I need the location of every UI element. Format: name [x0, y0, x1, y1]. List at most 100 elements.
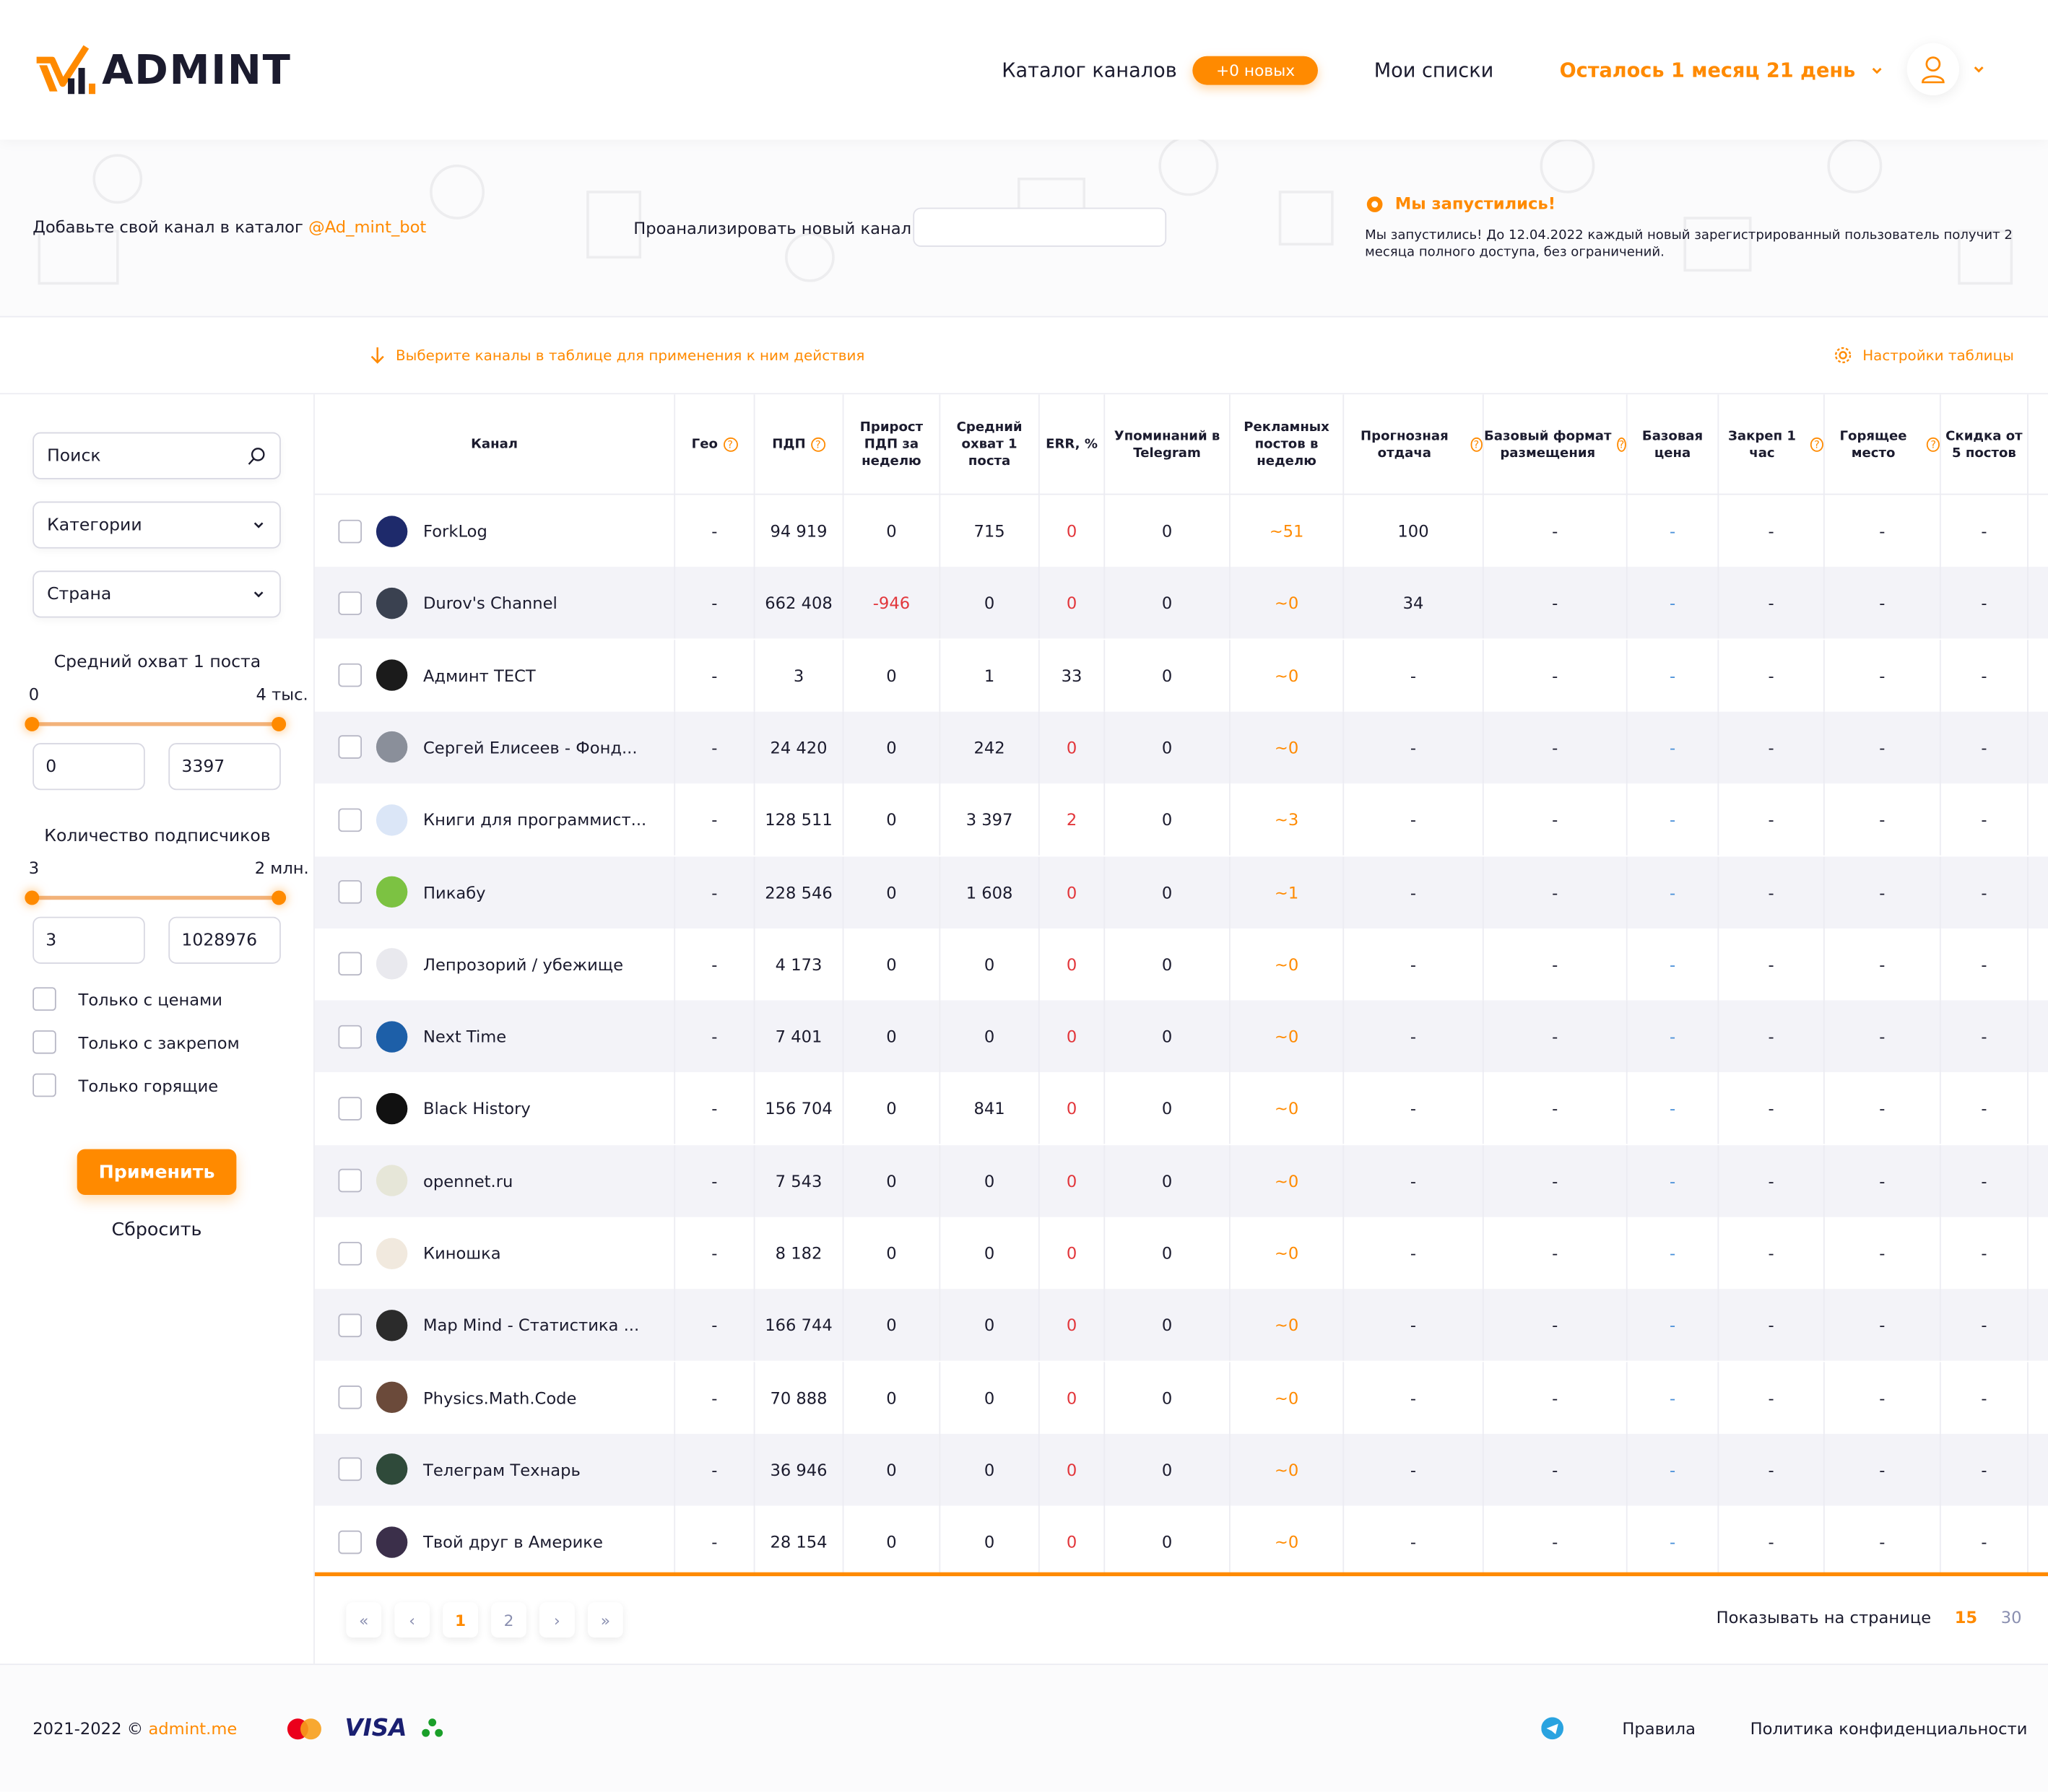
table-settings-button[interactable]: Настройки таблицы [1834, 346, 2014, 364]
row-select-checkbox[interactable] [338, 1025, 363, 1048]
only-pinned-filter[interactable]: Только с закрепом [32, 1030, 240, 1054]
channel-name[interactable]: Твой друг в Америке [423, 1532, 603, 1552]
channel-name[interactable]: Durov's Channel [423, 593, 557, 613]
country-select[interactable]: Страна [32, 570, 281, 618]
row-select-checkbox[interactable] [338, 1169, 363, 1193]
user-menu-chevron-icon[interactable] [1971, 61, 1987, 77]
table-row[interactable]: Next Time -7 401 0 0 0 0 ~0- - - - - - [314, 1000, 2048, 1073]
row-select-checkbox[interactable] [338, 1530, 363, 1554]
row-select-checkbox[interactable] [338, 1458, 363, 1482]
column-header-format[interactable]: Базовый формат размещения? [1484, 394, 1628, 495]
channel-name[interactable]: Black History [423, 1099, 531, 1118]
column-header-reach[interactable]: Средний охват 1 поста [940, 394, 1040, 495]
row-select-checkbox[interactable] [338, 518, 363, 543]
subs-slider-max-handle[interactable] [272, 890, 287, 905]
channel-name[interactable]: Лепрозорий / убежище [423, 954, 623, 974]
column-header-mentions[interactable]: Упоминаний в Telegram [1105, 394, 1231, 495]
column-header-name[interactable]: Канал [315, 394, 676, 495]
subscription-remaining[interactable]: Осталось 1 месяц 21 день [1560, 0, 1885, 140]
column-header-err[interactable]: ERR, % [1040, 394, 1106, 495]
reach-slider-max-handle[interactable] [272, 716, 287, 731]
column-header-ads[interactable]: Рекламных постов в неделю [1231, 394, 1345, 495]
nav-my-lists[interactable]: Мои списки [1374, 0, 1493, 140]
site-link[interactable]: admint.me [148, 1718, 237, 1738]
column-header-pdp[interactable]: ПДП? [755, 394, 844, 495]
privacy-link[interactable]: Политика конфиденциальности [1750, 1718, 2028, 1738]
table-row[interactable]: Киношка -8 182 0 0 0 0 ~0- - - - - - [315, 1217, 2048, 1289]
channel-name[interactable]: Киношка [423, 1243, 501, 1263]
search-icon[interactable] [247, 446, 266, 466]
only-pinned-checkbox[interactable] [32, 1030, 56, 1054]
only-prices-label[interactable]: Только с ценами [79, 989, 222, 1009]
only-hot-filter[interactable]: Только горящие [32, 1073, 219, 1097]
row-select-checkbox[interactable] [338, 1386, 363, 1409]
row-select-checkbox[interactable] [338, 880, 363, 904]
channel-name[interactable]: opennet.ru [423, 1171, 513, 1191]
next-page-button[interactable]: › [539, 1602, 575, 1638]
nav-catalog-label[interactable]: Каталог каналов [1002, 58, 1176, 82]
table-row[interactable]: Physics.Math.Code -70 888 0 0 0 0 ~0- - - - - - [315, 1361, 2048, 1434]
reach-slider-min-handle[interactable] [25, 716, 40, 731]
table-row[interactable]: Твой друг в Америке -28 154 0 0 0 0 ~0- - - - - - [315, 1505, 2048, 1577]
help-icon[interactable]: ? [810, 437, 825, 452]
table-row[interactable]: Black History -156 704 0 841 0 0 ~0- - - - - - [315, 1072, 2048, 1145]
rules-link[interactable]: Правила [1622, 1718, 1696, 1738]
nav-my-lists-label[interactable]: Мои списки [1374, 58, 1493, 82]
apply-filters-button[interactable]: Применить [77, 1149, 237, 1195]
user-menu-button[interactable] [1906, 43, 1960, 96]
help-icon[interactable]: ? [723, 437, 738, 452]
nav-catalog[interactable]: Каталог каналов +0 новых [1002, 0, 1319, 140]
table-row[interactable]: Лепрозорий / убежище -4 173 0 0 0 0 ~0- - - - - - [315, 928, 2048, 1001]
reach-to-input[interactable]: 3397 [168, 743, 281, 791]
subs-to-input[interactable]: 1028976 [168, 916, 281, 964]
table-row[interactable]: Map Mind - Статистика ... -166 744 0 0 0 0 ~0-… [314, 1289, 2048, 1362]
channel-name[interactable]: ForkLog [423, 521, 487, 541]
reset-filters-button[interactable]: Сбросить [77, 1219, 237, 1240]
channel-name[interactable]: Телеграм Технарь [423, 1460, 581, 1479]
column-header-hot[interactable]: Горящее место? [1825, 394, 1941, 495]
first-page-button[interactable]: « [346, 1602, 382, 1638]
channel-name[interactable]: Сергей Елисеев - Фонд... [423, 738, 638, 757]
search-input[interactable]: Поиск [32, 432, 281, 479]
channel-name[interactable]: Physics.Math.Code [423, 1388, 576, 1407]
subscription-remaining-label[interactable]: Осталось 1 месяц 21 день [1560, 58, 1856, 82]
help-icon[interactable]: ? [1927, 437, 1940, 452]
help-icon[interactable]: ? [1470, 437, 1483, 452]
subs-from-input[interactable]: 3 [32, 916, 145, 964]
column-header-discount[interactable]: Скидка от 5 постов [1941, 394, 2029, 495]
only-hot-checkbox[interactable] [32, 1073, 56, 1097]
row-select-checkbox[interactable] [338, 1241, 363, 1265]
table-row[interactable]: opennet.ru -7 543 0 0 0 0 ~0- - - - - - [314, 1144, 2048, 1217]
column-header-geo[interactable]: Гео? [675, 394, 755, 495]
row-select-checkbox[interactable] [338, 736, 363, 760]
column-header-growth[interactable]: Прирост ПДП за неделю [843, 394, 941, 495]
table-row[interactable]: ForkLog -94 919 0 715 0 0 ~51 100- - - - - [315, 495, 2048, 567]
row-select-checkbox[interactable] [338, 1313, 363, 1337]
categories-select[interactable]: Категории [32, 501, 281, 549]
table-row[interactable]: Телеграм Технарь -36 946 0 0 0 0 ~0- - - - - - [314, 1433, 2048, 1506]
table-row[interactable]: Пикабу -228 546 0 1 608 0 0 ~1- - - - - - [314, 856, 2048, 928]
reach-from-input[interactable]: 0 [32, 743, 145, 791]
analyze-channel-input[interactable] [913, 207, 1167, 247]
channel-name[interactable]: Next Time [423, 1027, 506, 1046]
only-pinned-label[interactable]: Только с закрепом [79, 1032, 240, 1052]
channel-name[interactable]: Map Mind - Статистика ... [423, 1315, 639, 1335]
subs-slider-track[interactable] [31, 895, 280, 900]
column-header-forecast[interactable]: Прогнозная отдача? [1344, 394, 1484, 495]
last-page-button[interactable]: » [587, 1602, 623, 1638]
row-select-checkbox[interactable] [338, 808, 363, 832]
table-settings-label[interactable]: Настройки таблицы [1862, 347, 2014, 364]
only-hot-label[interactable]: Только горящие [79, 1075, 219, 1095]
help-icon[interactable]: ? [1617, 437, 1626, 452]
row-select-checkbox[interactable] [338, 952, 363, 976]
column-header-price[interactable]: Базовая цена [1628, 394, 1719, 495]
help-icon[interactable]: ? [1810, 437, 1823, 452]
only-prices-checkbox[interactable] [32, 987, 56, 1011]
channel-name[interactable]: Админт ТЕСТ [423, 666, 536, 685]
telegram-icon[interactable] [1541, 1717, 1564, 1740]
chevron-down-icon[interactable] [1868, 62, 1884, 78]
row-select-checkbox[interactable] [338, 663, 363, 687]
only-prices-filter[interactable]: Только с ценами [32, 987, 222, 1011]
logo[interactable]: ADMINT [34, 44, 292, 96]
row-select-checkbox[interactable] [338, 591, 363, 615]
